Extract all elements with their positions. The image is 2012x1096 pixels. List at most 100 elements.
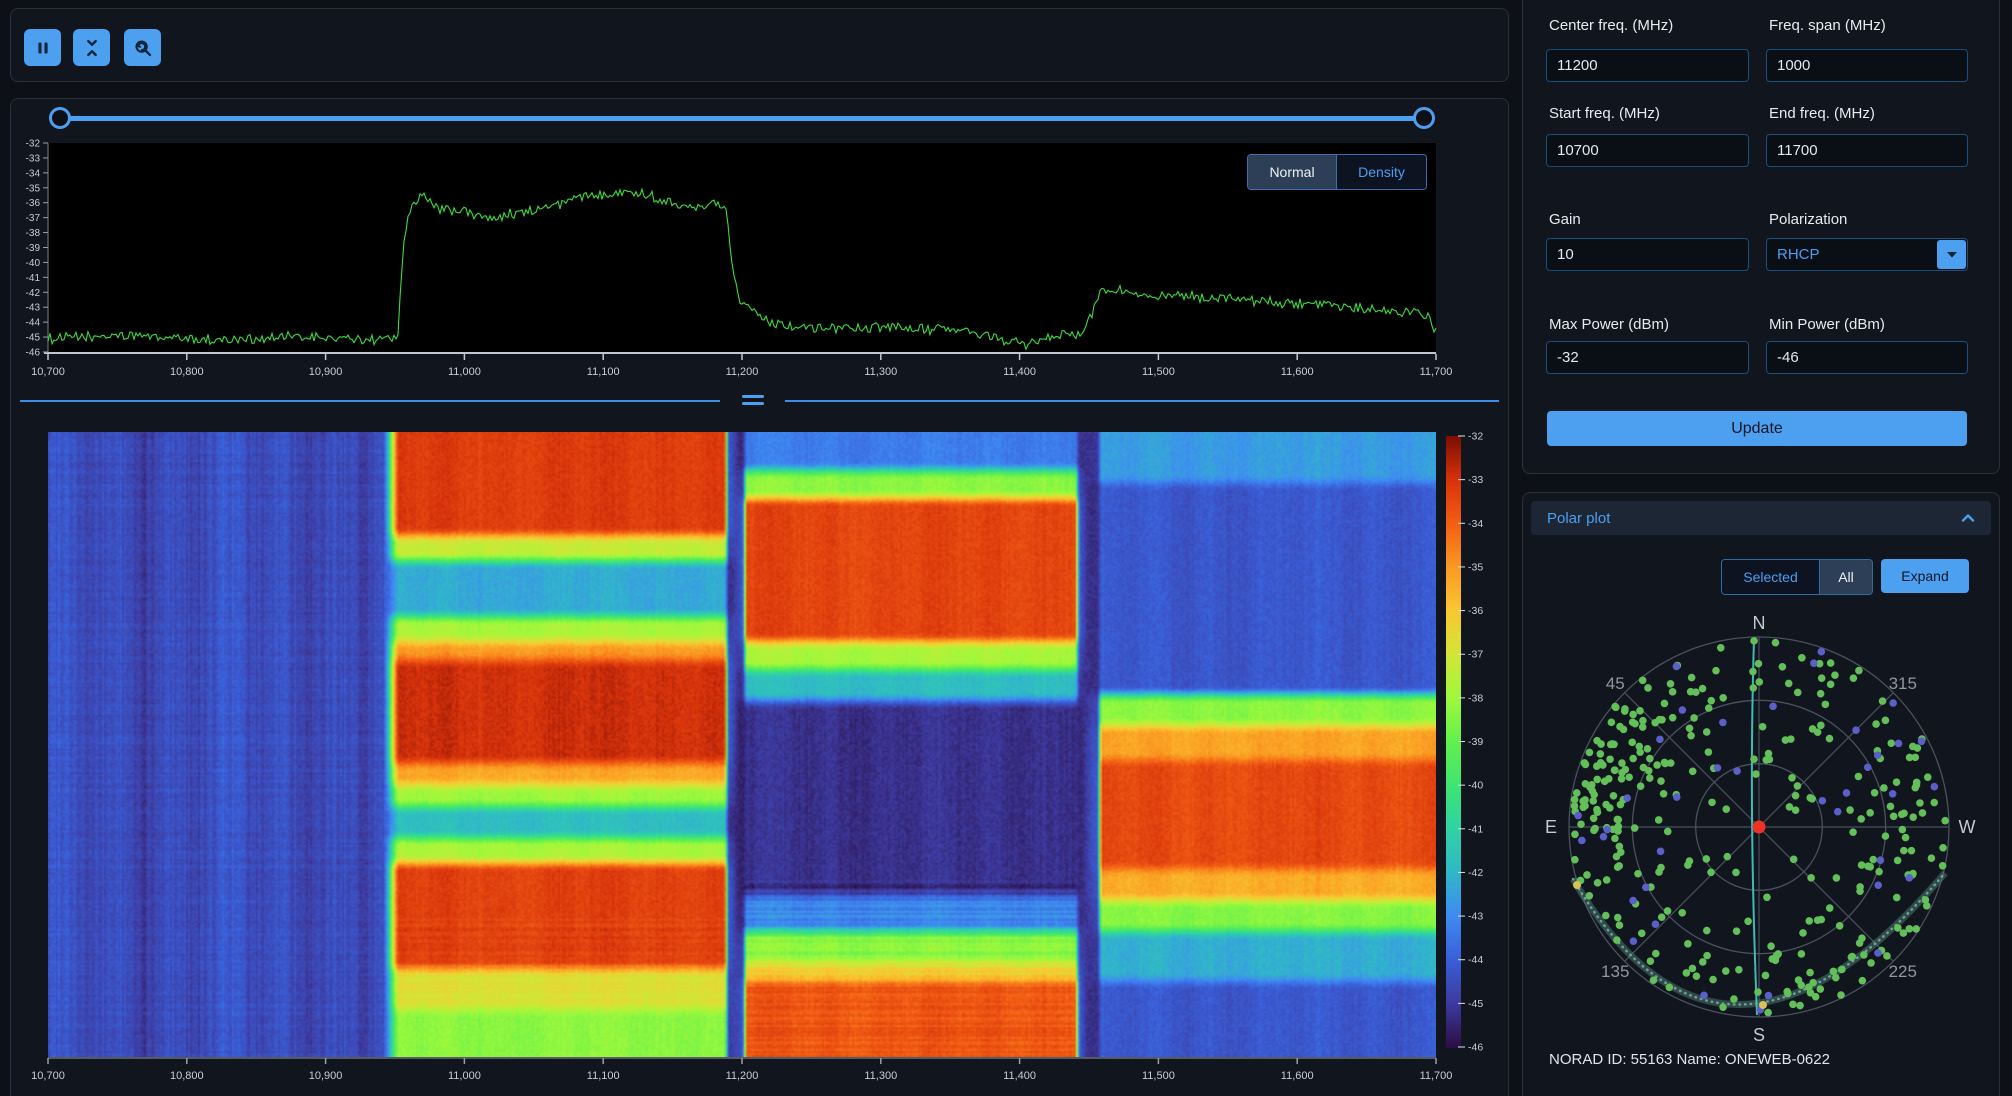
pause-button[interactable] (24, 29, 61, 66)
satellite-dot (1808, 725, 1817, 733)
start-freq-label: Start freq. (MHz) (1549, 105, 1660, 122)
spectrum-x-tick-label: 11,500 (1142, 366, 1175, 378)
satellite-dot (1684, 940, 1692, 948)
satellite-dot (1651, 920, 1660, 929)
satellite-dot (1603, 825, 1611, 834)
satellite-dot (1733, 767, 1741, 775)
freq-range-slider-track[interactable] (58, 116, 1424, 121)
spectrum-analyzer-app: -32 -33 -34 -35 -36 -37 -38 -39 -40 -41 -42 -43 -44 -… (0, 0, 2012, 1096)
satellite-dot (1593, 879, 1602, 887)
satellite-dot (1913, 744, 1922, 752)
satellite-dot (1873, 751, 1882, 760)
compass-label-s: S (1753, 1025, 1765, 1045)
caret-down-icon[interactable] (1937, 240, 1966, 269)
freq-range-slider-handle-right[interactable] (1413, 107, 1435, 129)
satellite-dot (1730, 995, 1738, 1003)
update-button[interactable]: Update (1547, 411, 1967, 446)
colorbar-tick-label: -37 (1468, 649, 1483, 661)
satellite-dot (1707, 868, 1715, 877)
satellite-dot (1732, 868, 1740, 877)
satellite-dot (1732, 927, 1741, 935)
compass-label-n: N (1753, 613, 1766, 633)
collapse-button[interactable] (73, 29, 110, 66)
freq-span-input[interactable] (1766, 49, 1968, 82)
satellite-dot (1639, 763, 1648, 772)
colorbar-tick-label: -41 (1468, 823, 1483, 835)
satellite-dot (1863, 763, 1872, 772)
waterfall-spectrogram[interactable] (48, 432, 1436, 1057)
spectrum-trace (47, 187, 1437, 351)
satellite-dot (1613, 913, 1622, 922)
satellite-dot (1591, 824, 1599, 833)
waterfall-x-tick-label: 10,900 (309, 1070, 343, 1082)
satellite-dot (1572, 789, 1581, 797)
splitter-line-right (785, 400, 1499, 402)
spectrum-y-tick-label: -39 (26, 243, 41, 254)
satellite-dot (1621, 765, 1630, 774)
spectrum-x-tick-label: 11,000 (448, 366, 481, 378)
satellite-dot (1923, 773, 1932, 781)
satellite-dot (1583, 871, 1591, 879)
satellite-dot (1825, 904, 1834, 912)
polarization-select[interactable]: RHCP (1766, 238, 1968, 271)
center-freq-input[interactable] (1546, 49, 1749, 82)
satellite-dot (1941, 816, 1949, 825)
observer-position-dot (1752, 820, 1766, 834)
satellite-dot (1758, 722, 1767, 731)
satellite-dot (1634, 869, 1642, 878)
satellite-dot (1810, 659, 1818, 668)
freq-range-slider-handle-left[interactable] (49, 107, 71, 129)
satellite-dot (1789, 1000, 1797, 1009)
colorbar-tick-label: -38 (1468, 692, 1483, 704)
max-power-input[interactable] (1546, 341, 1749, 374)
satellite-dot (1835, 922, 1844, 930)
waterfall-x-tick-label: 11,000 (448, 1070, 481, 1082)
satellite-dot (1799, 929, 1807, 937)
satellite-dot (1604, 775, 1613, 783)
satellite-dot (1692, 972, 1701, 980)
satellite-dot (1588, 786, 1597, 795)
satellite-dot (1798, 653, 1806, 662)
norad-status-text: NORAD ID: 55163 Name: ONEWEB-0622 (1549, 1051, 1830, 1068)
satellite-dot (1930, 782, 1939, 791)
gain-input[interactable] (1546, 238, 1749, 271)
satellite-dot (1703, 951, 1711, 960)
satellite-dot (1905, 874, 1914, 882)
mode-density-button[interactable]: Density (1336, 155, 1426, 189)
spectrum-x-tick-label: 11,600 (1281, 366, 1314, 378)
satellite-dot (1672, 662, 1681, 671)
satellite-dot (1767, 942, 1775, 950)
satellite-dot (1894, 739, 1903, 748)
mode-normal-button[interactable]: Normal (1248, 155, 1336, 189)
satellite-dot (1613, 815, 1622, 824)
satellite-dot (1821, 700, 1830, 709)
satellite-dot (1628, 738, 1637, 747)
polar-sky-plot[interactable]: N S E W 45 315 135 225 (1523, 493, 2001, 1096)
satellite-dot (1880, 784, 1888, 792)
zoom-reset-button[interactable] (124, 29, 161, 66)
satellite-dot (1765, 755, 1774, 764)
satellite-dot (1614, 827, 1622, 835)
end-freq-input[interactable] (1766, 134, 1968, 167)
satellite-dot (1749, 667, 1757, 676)
satellite-dot (1874, 881, 1883, 890)
satellite-dot (1596, 750, 1605, 758)
satellite-dot (1606, 755, 1614, 764)
min-power-input[interactable] (1766, 341, 1968, 374)
satellite-dot (1771, 638, 1780, 647)
satellite-dot (1629, 754, 1637, 763)
satellite-dot (1750, 755, 1758, 763)
satellite-dot (1938, 862, 1947, 870)
satellite-dot (1719, 718, 1727, 727)
toolbar-panel (10, 8, 1509, 82)
splitter-drag-handle-bar2[interactable] (742, 402, 764, 405)
colorbar-tick-label: -35 (1468, 561, 1483, 573)
satellite-dot (1833, 807, 1842, 816)
satellite-dot (1750, 637, 1758, 645)
satellite-dot (1651, 949, 1660, 958)
satellite-dot (1918, 809, 1927, 817)
satellite-dot (1642, 883, 1650, 892)
satellite-dot (1623, 794, 1631, 802)
splitter-drag-handle[interactable] (742, 395, 764, 398)
start-freq-input[interactable] (1546, 134, 1749, 167)
